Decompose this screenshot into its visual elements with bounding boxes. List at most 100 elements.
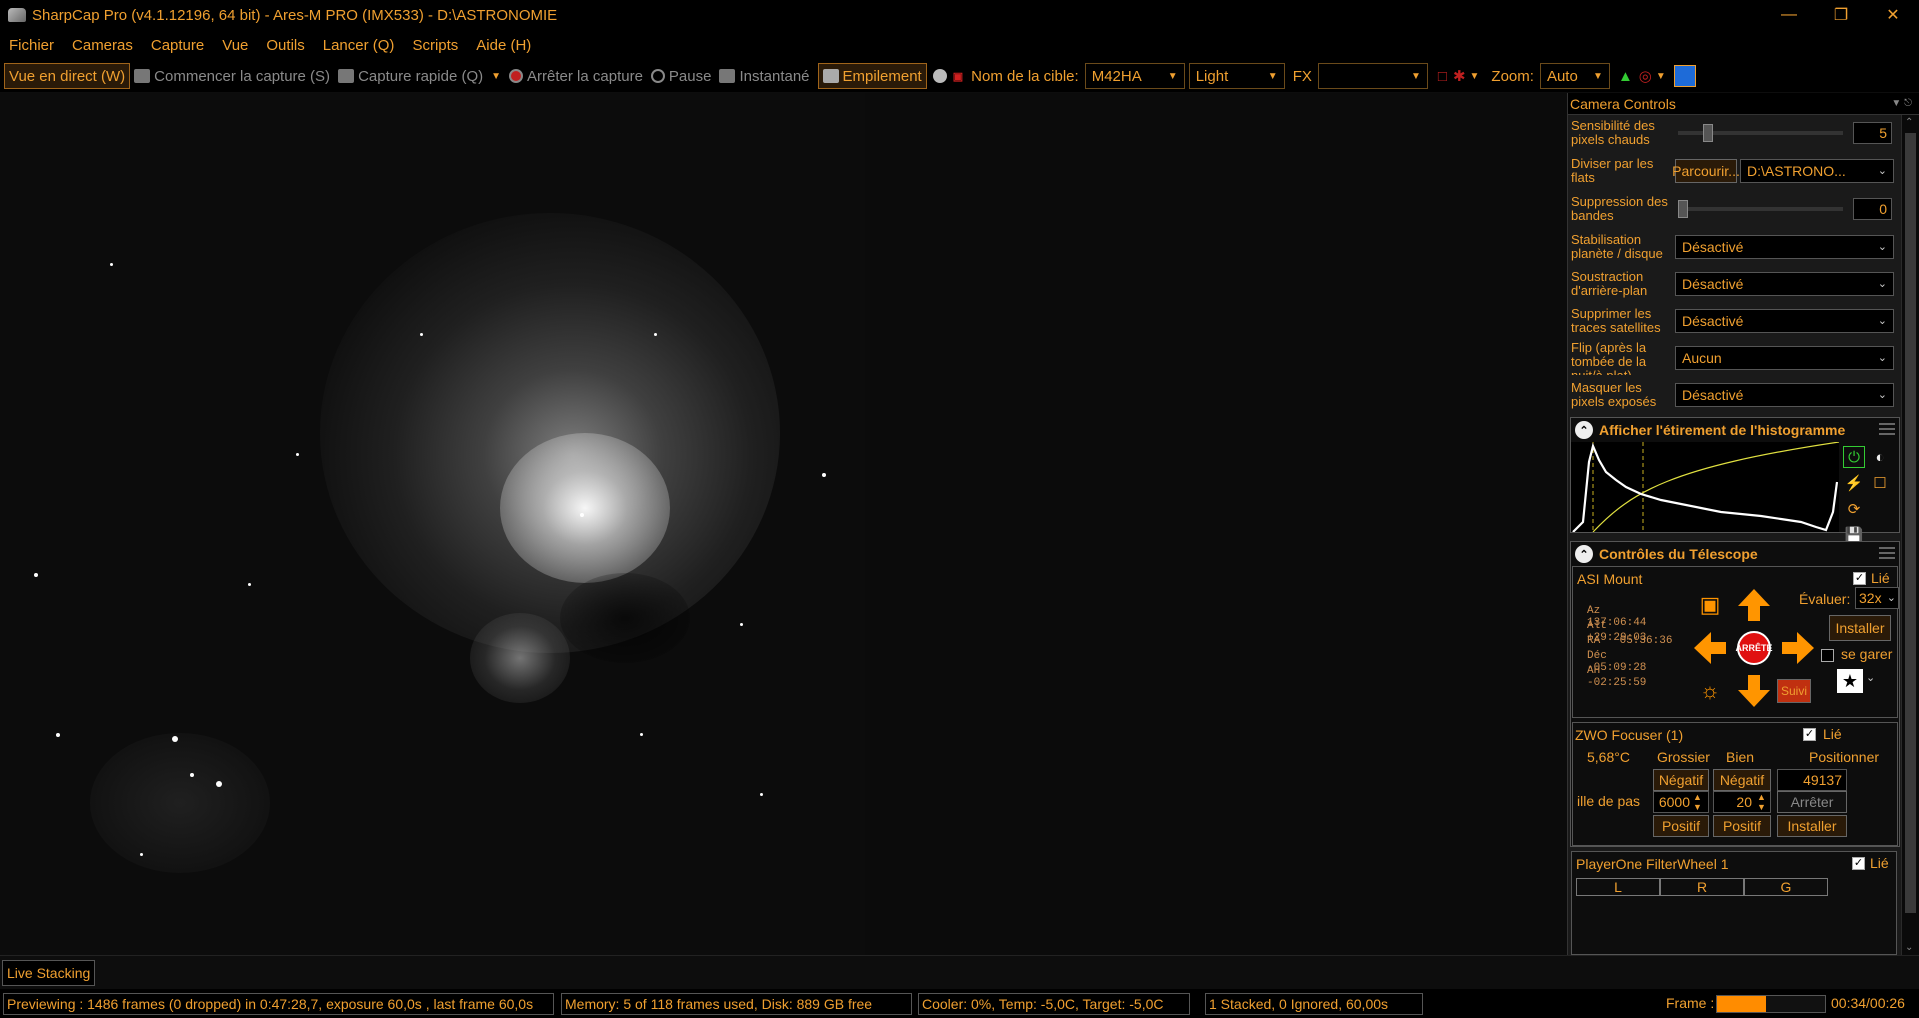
chevron-down-icon[interactable]: ⌄ xyxy=(1866,671,1875,684)
live-view-button[interactable]: Vue en direct (W) xyxy=(4,63,131,89)
background-select[interactable]: Désactivé ⌄ xyxy=(1675,272,1894,296)
fine-positive-button[interactable]: Positif xyxy=(1713,815,1771,837)
tools-dropdown-icon[interactable]: ▼ xyxy=(1656,71,1666,82)
contrast-icon[interactable]: ◐ xyxy=(1869,446,1891,468)
overlay-dropdown-icon[interactable]: ▼ xyxy=(1470,71,1480,82)
refresh-icon[interactable]: ⟳ xyxy=(1843,498,1865,520)
fx-select[interactable]: ▼ xyxy=(1317,63,1428,89)
sphere-icon[interactable] xyxy=(932,69,947,83)
telescope-header[interactable]: ⌃ Contrôles du Télescope xyxy=(1571,542,1899,566)
panel-scrollbar[interactable]: ⌃ ⌄ xyxy=(1901,115,1919,955)
scroll-up-icon[interactable]: ⌃ xyxy=(1905,117,1913,128)
hot-pixel-value[interactable]: 5 xyxy=(1853,122,1892,144)
hot-pixel-slider-knob[interactable] xyxy=(1702,124,1713,142)
coarse-negative-button[interactable]: Négatif xyxy=(1653,769,1709,791)
histogram-icon[interactable]: ▲ xyxy=(1618,68,1633,85)
frame-type-select[interactable]: Light ▼ xyxy=(1188,63,1285,89)
bad-pixel-icon[interactable]: ▣ xyxy=(953,70,963,83)
crosshair-icon[interactable]: ✱ xyxy=(1453,67,1466,85)
focuser-install-button[interactable]: Installer xyxy=(1777,815,1847,837)
snapshot-icon xyxy=(719,69,736,83)
lock-icon[interactable]: ☐ xyxy=(1869,472,1891,494)
coarse-positive-button[interactable]: Positif xyxy=(1653,815,1709,837)
mount-linked-checkbox[interactable]: ✓ xyxy=(1853,572,1866,585)
east-arrow-icon[interactable] xyxy=(1777,628,1819,668)
pause-button[interactable]: Pause xyxy=(647,63,716,89)
menu-cameras[interactable]: Cameras xyxy=(63,37,142,54)
position-label: Positionner xyxy=(1809,749,1880,765)
south-arrow-icon[interactable] xyxy=(1733,671,1775,711)
tracking-button[interactable]: Suivi xyxy=(1777,679,1811,703)
mount-install-button[interactable]: Installer xyxy=(1829,615,1891,641)
coarse-spinner-icon[interactable]: ▲ ▼ xyxy=(1693,792,1702,812)
flip-select[interactable]: Aucun ⌄ xyxy=(1675,346,1894,370)
satellites-select[interactable]: Désactivé ⌄ xyxy=(1675,309,1894,333)
west-arrow-icon[interactable] xyxy=(1689,628,1731,668)
focuser-stop-button[interactable]: Arrêter xyxy=(1777,791,1847,813)
start-capture-button[interactable]: Commencer la capture (S) xyxy=(130,63,334,89)
quick-capture-dropdown-icon[interactable]: ▼ xyxy=(491,71,501,82)
pin-icon[interactable]: ▼ ⎋ xyxy=(1891,98,1912,109)
collapse-icon[interactable]: ⌃ xyxy=(1575,421,1593,439)
banding-value[interactable]: 0 xyxy=(1853,198,1892,220)
panel-title: Camera Controls xyxy=(1570,95,1676,112)
title-bar: SharpCap Pro (v4.1.12196, 64 bit) - Ares… xyxy=(0,0,1919,30)
collapse-icon[interactable]: ⌃ xyxy=(1575,545,1593,563)
lightning-icon[interactable]: ⚡ xyxy=(1843,472,1865,494)
menu-scripts[interactable]: Scripts xyxy=(403,37,467,54)
sun-icon[interactable]: ☼ xyxy=(1689,671,1731,711)
focuser-linked-checkbox[interactable]: ✓ xyxy=(1803,728,1816,741)
spiral-search-icon[interactable]: ▣ xyxy=(1689,585,1731,625)
focuser-box: ZWO Focuser (1) ✓ Lié 5,68°C Grossier Bi… xyxy=(1572,722,1898,846)
gauge-icon[interactable]: ◎ xyxy=(1639,67,1652,85)
banding-slider[interactable] xyxy=(1678,207,1843,211)
filter-r[interactable]: R xyxy=(1660,878,1744,896)
menu-outils[interactable]: Outils xyxy=(257,37,313,54)
banding-slider-knob[interactable] xyxy=(1678,200,1688,218)
menu-fichier[interactable]: Fichier xyxy=(0,37,63,54)
flat-path-select[interactable]: D:\ASTRONO... ⌄ xyxy=(1740,159,1894,183)
restore-icon[interactable]: ❐ xyxy=(1815,0,1867,30)
pen-icon[interactable] xyxy=(1673,65,1696,87)
position-input[interactable]: 49137 xyxy=(1777,769,1847,791)
menu-aide[interactable]: Aide (H) xyxy=(467,37,540,54)
scrollbar-thumb[interactable] xyxy=(1905,133,1916,913)
mask-row: Masquer les pixels exposés Désactivé ⌄ xyxy=(1568,377,1902,413)
zoom-select[interactable]: Auto ▼ xyxy=(1539,63,1610,89)
fine-spinner-icon[interactable]: ▲ ▼ xyxy=(1757,792,1766,812)
histogram-header[interactable]: ⌃ Afficher l'étirement de l'histogramme xyxy=(1571,418,1899,442)
status-memory: Memory: 5 of 118 frames used, Disk: 889 … xyxy=(561,993,912,1015)
histogram-chart[interactable] xyxy=(1571,442,1839,532)
menu-icon[interactable] xyxy=(1879,423,1895,435)
quick-capture-button[interactable]: Capture rapide (Q) xyxy=(334,63,487,89)
filter-l[interactable]: L xyxy=(1576,878,1660,896)
snapshot-button[interactable]: Instantané xyxy=(715,63,813,89)
target-name-select[interactable]: M42HA ▼ xyxy=(1084,63,1185,89)
north-arrow-icon[interactable] xyxy=(1733,585,1775,625)
stabilisation-select[interactable]: Désactivé ⌄ xyxy=(1675,235,1894,259)
menu-capture[interactable]: Capture xyxy=(142,37,213,54)
close-icon[interactable]: ✕ xyxy=(1867,0,1919,30)
menu-icon[interactable] xyxy=(1879,547,1895,559)
rate-select[interactable]: 32x ⌄ xyxy=(1855,587,1899,609)
tab-live-stacking[interactable]: Live Stacking xyxy=(2,960,96,986)
browse-flat-button[interactable]: Parcourir... xyxy=(1672,159,1740,183)
stop-capture-button[interactable]: Arrêter la capture xyxy=(505,63,647,89)
power-icon[interactable]: ⏻ xyxy=(1843,446,1865,468)
frame-type-value: Light xyxy=(1195,67,1229,85)
minimize-icon[interactable]: — xyxy=(1763,0,1815,30)
park-checkbox[interactable] xyxy=(1821,649,1834,662)
scroll-down-icon[interactable]: ⌄ xyxy=(1905,942,1913,953)
fine-negative-button[interactable]: Négatif xyxy=(1713,769,1771,791)
stacking-button[interactable]: Empilement xyxy=(817,63,927,89)
image-viewport[interactable] xyxy=(0,93,1567,955)
star-icon[interactable]: ★ xyxy=(1837,669,1863,693)
menu-lancer[interactable]: Lancer (Q) xyxy=(314,37,404,54)
reticle-icon[interactable]: □ xyxy=(1438,68,1447,85)
stop-button[interactable]: ARRÊTE xyxy=(1733,628,1775,668)
focuser-name: ZWO Focuser (1) xyxy=(1575,727,1684,743)
mask-select[interactable]: Désactivé ⌄ xyxy=(1675,383,1894,407)
menu-vue[interactable]: Vue xyxy=(213,37,257,54)
filter-g[interactable]: G xyxy=(1744,878,1828,896)
filterwheel-linked-checkbox[interactable]: ✓ xyxy=(1852,857,1865,870)
